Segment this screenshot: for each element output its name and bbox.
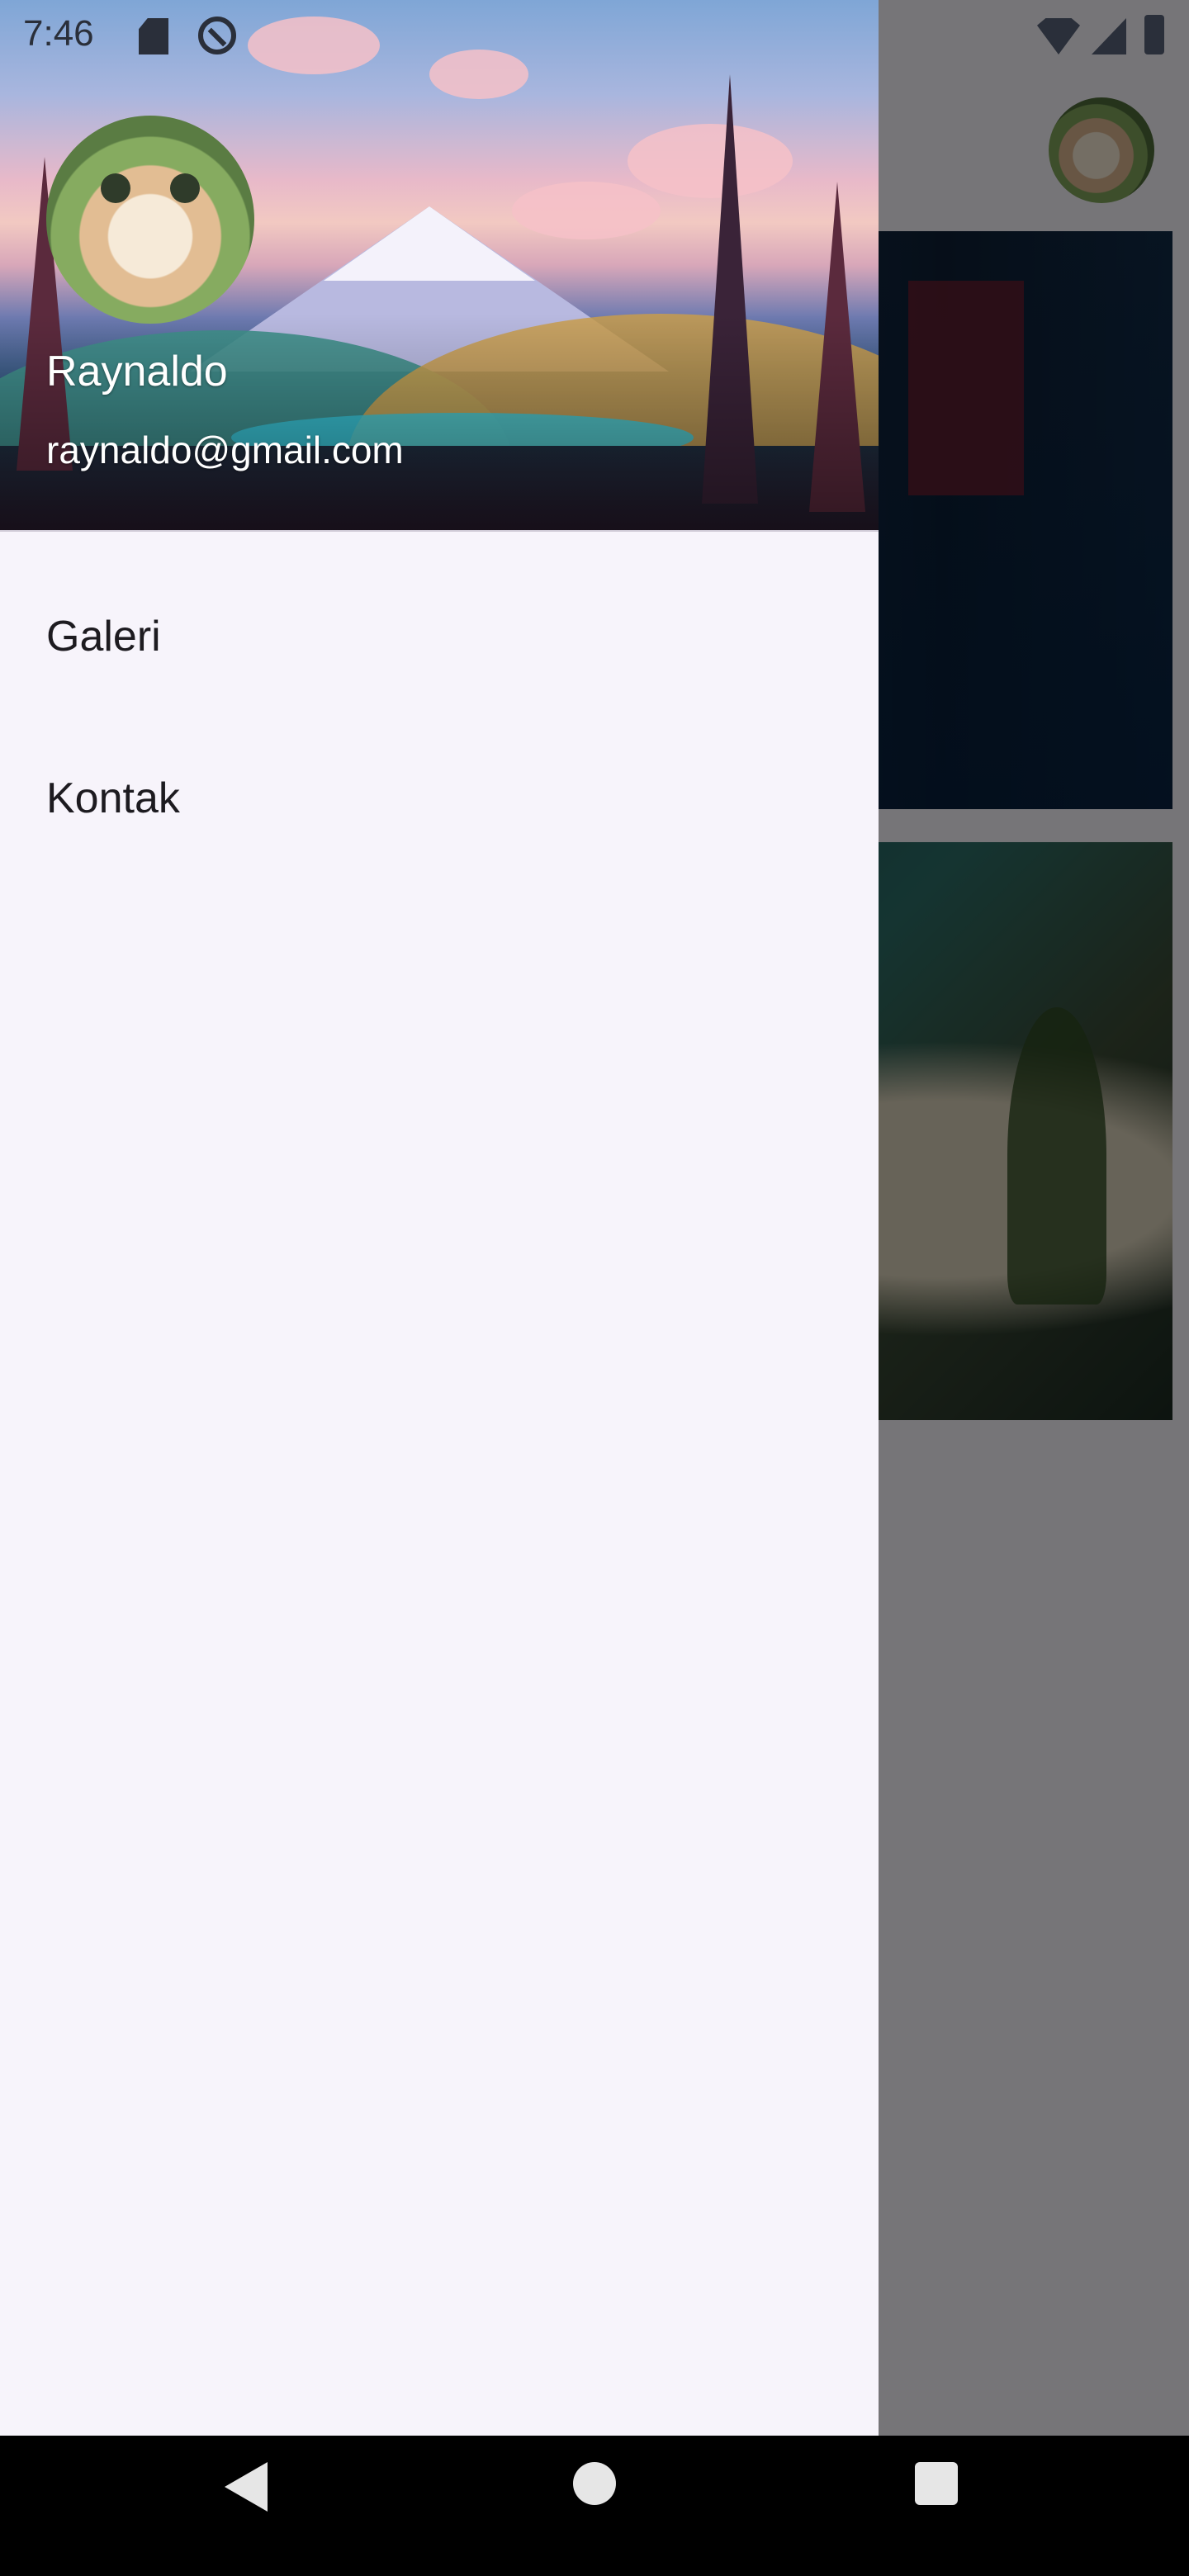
cell-signal-icon (1092, 18, 1126, 54)
profile-name: Raynaldo (46, 348, 228, 395)
sd-card-icon (139, 18, 168, 54)
menu-item-galeri[interactable]: Galeri (0, 558, 879, 715)
profile-email: raynaldo@gmail.com (46, 429, 404, 471)
drawer-header: Raynaldo raynaldo@gmail.com (0, 0, 879, 532)
cat-avatar-icon[interactable] (46, 116, 254, 324)
status-bar: 7:46 (0, 0, 1189, 69)
navigation-bar (0, 2436, 1189, 2576)
do-not-disturb-icon (198, 17, 236, 54)
battery-icon (1144, 15, 1164, 54)
back-icon[interactable] (225, 2462, 268, 2512)
status-time: 7:46 (23, 13, 94, 54)
home-icon[interactable] (573, 2462, 616, 2505)
navigation-drawer: Raynaldo raynaldo@gmail.com Galeri Konta… (0, 0, 879, 2436)
wifi-icon (1037, 18, 1080, 54)
recents-icon[interactable] (915, 2462, 958, 2505)
menu-item-kontak[interactable]: Kontak (0, 720, 879, 877)
